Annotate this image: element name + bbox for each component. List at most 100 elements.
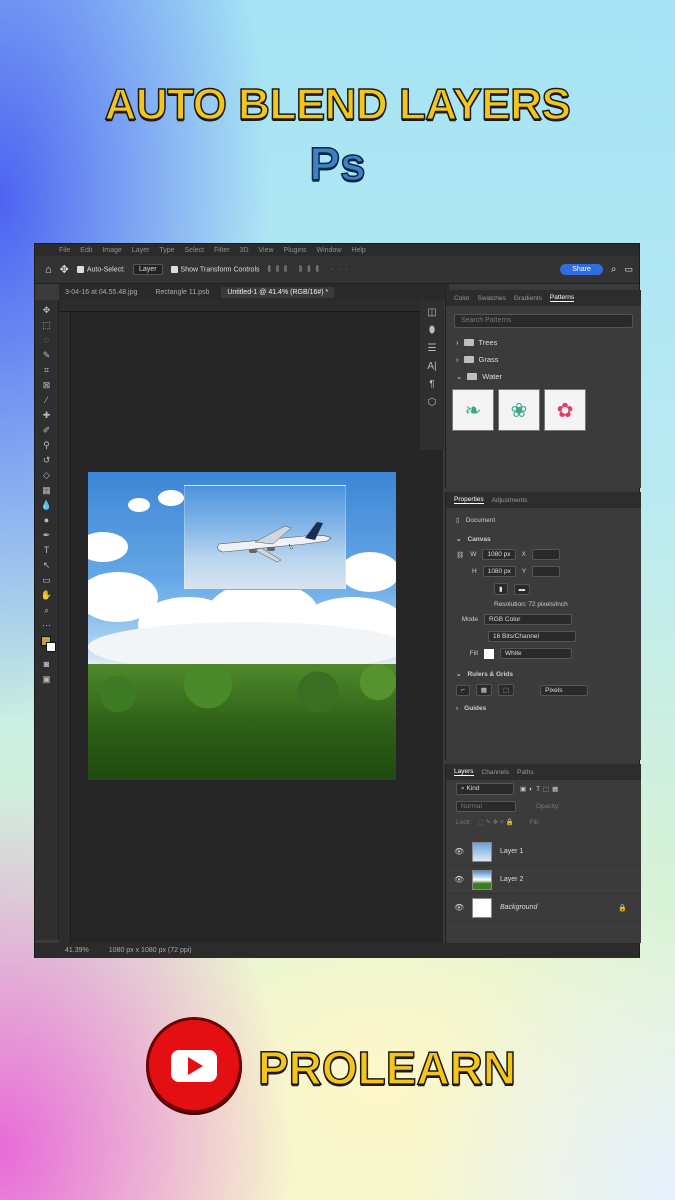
- adjustments-icon[interactable]: ☰: [420, 343, 444, 354]
- quick-select-icon[interactable]: ✎: [41, 351, 53, 360]
- grid-icon[interactable]: ▦: [475, 684, 492, 696]
- visibility-eye-icon[interactable]: 👁: [454, 875, 464, 884]
- frame-icon[interactable]: ⊠: [41, 381, 53, 390]
- history-brush-icon[interactable]: ↺: [41, 456, 53, 465]
- width-field[interactable]: 1080 px: [482, 549, 516, 560]
- layer-row[interactable]: 👁 Background 🔒: [446, 894, 641, 922]
- fill-swatch[interactable]: [484, 648, 494, 659]
- y-field[interactable]: [532, 566, 561, 577]
- visibility-eye-icon[interactable]: 👁: [454, 847, 464, 856]
- tab-patterns[interactable]: Patterns: [549, 294, 575, 302]
- menu-view[interactable]: View: [259, 247, 274, 254]
- canvas-section[interactable]: ⌄ Canvas: [446, 527, 641, 546]
- layer-select[interactable]: Layer: [133, 264, 163, 275]
- menu-image[interactable]: Image: [102, 247, 121, 254]
- color-swatches-icon[interactable]: [40, 636, 56, 654]
- blend-mode-select[interactable]: Normal: [456, 801, 516, 812]
- stamp-icon[interactable]: ⚲: [41, 441, 53, 450]
- crop-icon[interactable]: ⌗: [41, 366, 53, 375]
- pattern-thumb[interactable]: ❧: [452, 389, 494, 431]
- home-icon[interactable]: ⌂: [45, 264, 52, 276]
- pixel-grid-icon[interactable]: ⬚: [497, 684, 515, 696]
- gradient-icon[interactable]: ▦: [41, 486, 53, 495]
- workspace-icon[interactable]: ▭: [624, 264, 633, 275]
- tab-layers[interactable]: Layers: [454, 768, 474, 776]
- align-icons[interactable]: ⫼⫼⫼ ⫼⫼⫼ ···: [268, 266, 353, 274]
- portrait-icon[interactable]: ▮: [494, 583, 508, 595]
- layer-row[interactable]: 👁 Layer 1: [446, 838, 641, 866]
- zoom-icon[interactable]: ⌕: [41, 606, 53, 615]
- tab-color[interactable]: Color: [454, 295, 470, 302]
- path-select-icon[interactable]: ↖: [41, 561, 53, 570]
- menu-select[interactable]: Select: [185, 247, 204, 254]
- menu-type[interactable]: Type: [159, 247, 174, 254]
- menu-window[interactable]: Window: [317, 247, 342, 254]
- lock-icons[interactable]: ⬚ ✎ ✥ ⌗ 🔒: [478, 818, 514, 827]
- paragraph-icon[interactable]: ¶: [420, 379, 444, 390]
- pattern-thumb[interactable]: ✿: [544, 389, 586, 431]
- pattern-thumb[interactable]: ❀: [498, 389, 540, 431]
- kind-select[interactable]: ⌕ Kind: [456, 783, 514, 795]
- folder-trees[interactable]: › Trees: [446, 334, 641, 351]
- menu-file[interactable]: File: [59, 247, 70, 254]
- healing-icon[interactable]: ✚: [41, 411, 53, 420]
- layer-row[interactable]: 👁 Layer 2: [446, 866, 641, 894]
- document-canvas[interactable]: [88, 472, 396, 780]
- filter-icons[interactable]: ▣◐T⬚▦: [520, 785, 561, 793]
- tab-adjustments[interactable]: Adjustments: [492, 497, 528, 504]
- tab-channels[interactable]: Channels: [482, 769, 509, 776]
- hand-icon[interactable]: ✋: [41, 591, 53, 600]
- blur-icon[interactable]: 💧: [41, 501, 53, 510]
- libraries-icon[interactable]: ⬮: [420, 325, 444, 336]
- dodge-icon[interactable]: ●: [41, 516, 53, 525]
- lasso-icon[interactable]: ◌: [41, 336, 53, 345]
- tab-gradients[interactable]: Gradients: [514, 295, 542, 302]
- tab-properties[interactable]: Properties: [454, 496, 484, 504]
- mode-select[interactable]: RGB Color: [484, 614, 572, 625]
- x-field[interactable]: [531, 549, 560, 560]
- rulers-section[interactable]: ⌄ Rulers & Grids: [446, 662, 641, 681]
- type-icon[interactable]: T: [41, 546, 53, 555]
- auto-select-checkbox[interactable]: [76, 265, 84, 273]
- quick-mask-icon[interactable]: ◙: [41, 660, 53, 669]
- character-icon[interactable]: A|: [420, 361, 444, 372]
- fill-select[interactable]: White: [500, 648, 572, 659]
- menu-3d[interactable]: 3D: [240, 247, 249, 254]
- shape-icon[interactable]: ▭: [41, 576, 53, 585]
- menu-layer[interactable]: Layer: [132, 247, 150, 254]
- menu-edit[interactable]: Edit: [80, 247, 92, 254]
- tab-paths[interactable]: Paths: [517, 769, 534, 776]
- youtube-logo-icon[interactable]: [146, 1017, 242, 1113]
- airplane-layer[interactable]: [184, 485, 346, 590]
- folder-water[interactable]: ⌄ Water: [446, 368, 641, 385]
- eyedropper-icon[interactable]: ⁄: [41, 396, 53, 405]
- zoom-level[interactable]: 41.39%: [65, 947, 89, 954]
- menu-help[interactable]: Help: [351, 247, 365, 254]
- pen-icon[interactable]: ✒: [41, 531, 53, 540]
- guides-section[interactable]: › Guides: [446, 699, 641, 715]
- brush-icon[interactable]: ✐: [41, 426, 53, 435]
- tab-untitled[interactable]: Untitled-1 @ 41.4% (RGB/16#) *: [221, 286, 335, 298]
- history-icon[interactable]: ◫: [420, 307, 444, 318]
- bits-select[interactable]: 16 Bits/Channel: [488, 631, 576, 642]
- transform-checkbox[interactable]: [170, 265, 178, 273]
- folder-grass[interactable]: › Grass: [446, 351, 641, 368]
- tab-rectangle[interactable]: Rectangle 11.psb: [149, 287, 215, 298]
- share-button[interactable]: Share: [560, 264, 603, 275]
- ruler-icon[interactable]: ⌐: [456, 684, 470, 696]
- landscape-icon[interactable]: ▬: [513, 583, 531, 595]
- move-tool-icon[interactable]: ✥: [60, 263, 69, 276]
- 3d-icon[interactable]: ⬡: [420, 397, 444, 408]
- tab-swatches[interactable]: Swatches: [478, 295, 506, 302]
- link-icon[interactable]: ⛓: [456, 551, 464, 559]
- marquee-icon[interactable]: ⬚: [41, 321, 53, 330]
- units-select[interactable]: Pixels: [540, 684, 589, 696]
- more-tools-icon[interactable]: ···: [41, 621, 53, 630]
- pattern-search-input[interactable]: Search Patterns: [454, 314, 633, 328]
- tab-screenshot[interactable]: 3-04-16 at 04.55.48.jpg: [59, 287, 143, 298]
- height-field[interactable]: 1080 px: [482, 566, 516, 577]
- move-icon[interactable]: ✥: [41, 306, 53, 315]
- menu-filter[interactable]: Filter: [214, 247, 230, 254]
- screen-mode-icon[interactable]: ▣: [41, 675, 53, 684]
- menu-plugins[interactable]: Plugins: [284, 247, 307, 254]
